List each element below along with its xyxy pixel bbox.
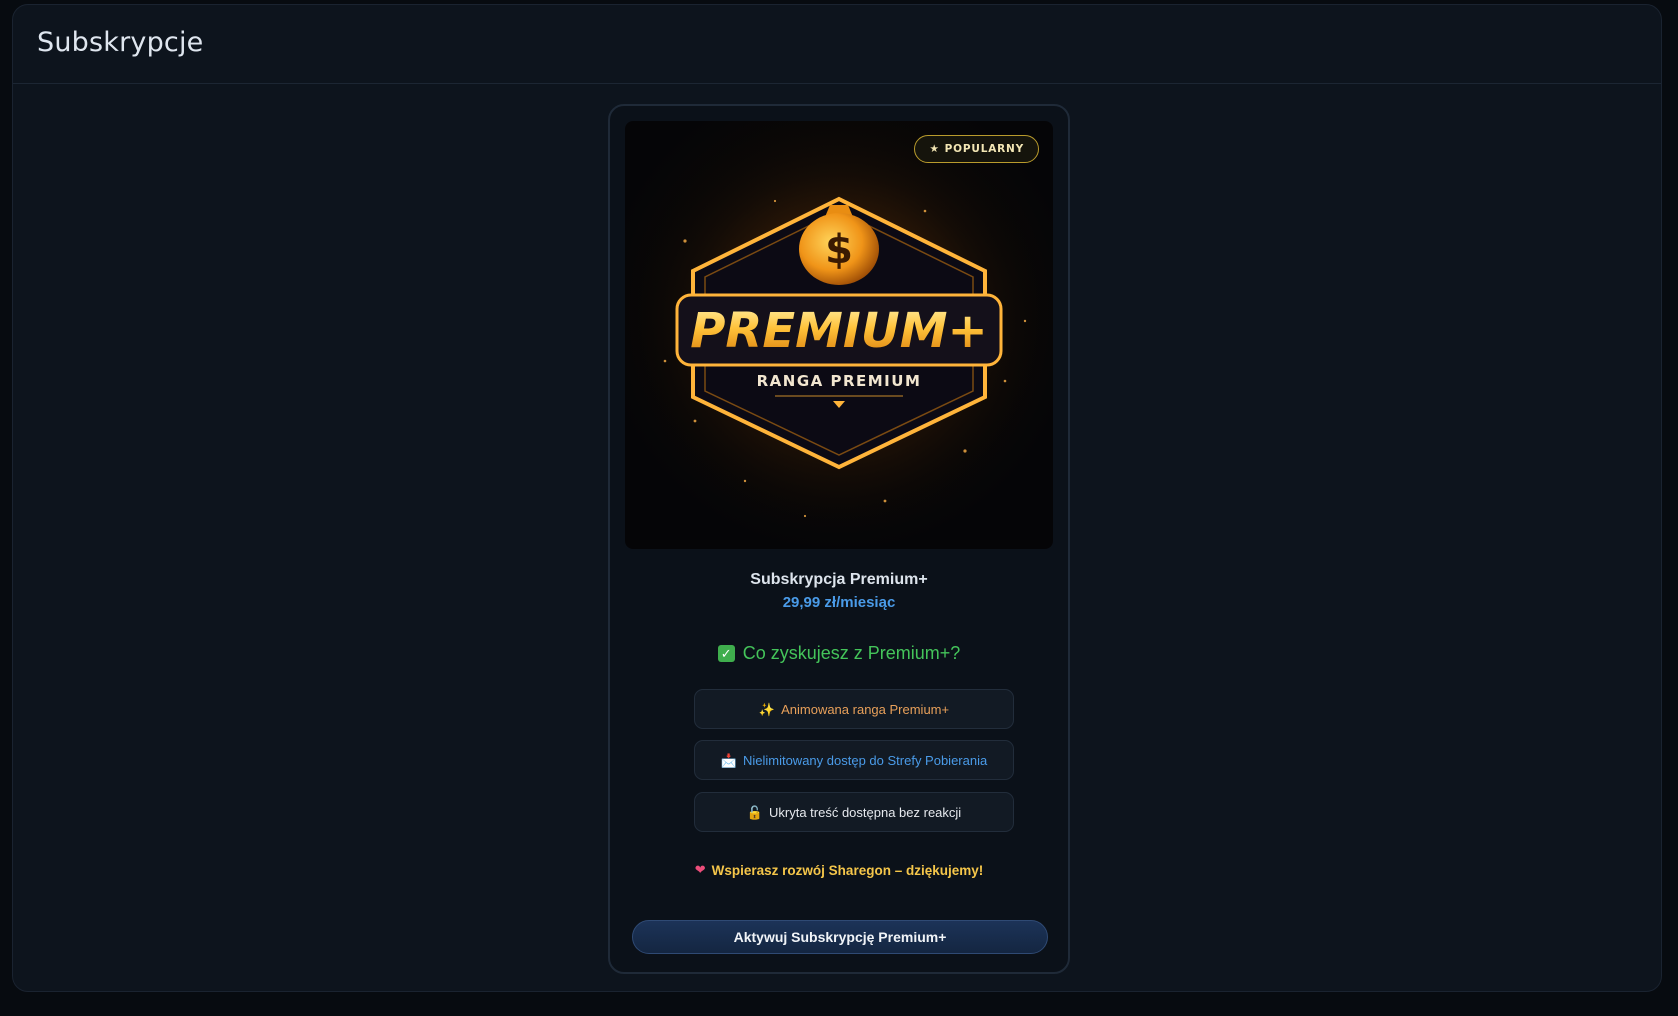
feature-label: Ukryta treść dostępna bez reakcji: [768, 804, 962, 820]
activate-subscription-button[interactable]: Aktywuj Subskrypcję Premium+: [632, 920, 1048, 954]
subscriptions-panel: Subskrypcje $ PREMIUM+ RANGA PREMIUM ★ P…: [12, 4, 1662, 992]
page-title: Subskrypcje: [37, 27, 204, 58]
svg-text:PREMIUM+: PREMIUM+: [690, 303, 988, 359]
popular-badge-label: POPULARNY: [944, 143, 1024, 155]
subscription-name: Subskrypcja Premium+: [750, 571, 928, 588]
svg-text:$: $: [825, 227, 853, 273]
panel-header: Subskrypcje: [13, 5, 1661, 84]
svg-text:RANGA PREMIUM: RANGA PREMIUM: [757, 372, 922, 390]
feature-label: Nielimitowany dostęp do Strefy Pobierani…: [742, 752, 988, 768]
unlock-icon: 🔓: [746, 804, 763, 820]
thanks-message: ❤ Wspierasz rozwój Sharegon – dziękujemy…: [610, 862, 1068, 878]
feature-hidden-content: 🔓 Ukryta treść dostępna bez reakcji: [694, 792, 1014, 832]
subscription-card: $ PREMIUM+ RANGA PREMIUM ★ POPULARNY Sub…: [608, 104, 1070, 974]
benefits-title: ✓ Co zyskujesz z Premium+?: [610, 643, 1068, 664]
subscription-price: 29,99 zł/miesiąc: [782, 594, 896, 611]
inbox-icon: 📩: [720, 752, 737, 768]
star-icon: ★: [929, 143, 940, 155]
premium-plus-image: $ PREMIUM+ RANGA PREMIUM ★ POPULARNY: [625, 121, 1053, 549]
sparkles-icon: ✨: [758, 701, 776, 717]
feature-animated-rank: ✨ Animowana ranga Premium+: [694, 689, 1014, 729]
premium-badge-artwork: $ PREMIUM+ RANGA PREMIUM: [625, 121, 1053, 549]
heart-icon: ❤: [694, 862, 706, 877]
feature-label: Animowana ranga Premium+: [781, 701, 950, 717]
benefits-title-label: Co zyskujesz z Premium+?: [742, 643, 961, 663]
check-icon: ✓: [717, 645, 735, 662]
feature-download-zone: 📩 Nielimitowany dostęp do Strefy Pobiera…: [694, 740, 1014, 780]
thanks-label: Wspierasz rozwój Sharegon – dziękujemy!: [711, 862, 984, 878]
popular-badge: ★ POPULARNY: [914, 135, 1039, 163]
